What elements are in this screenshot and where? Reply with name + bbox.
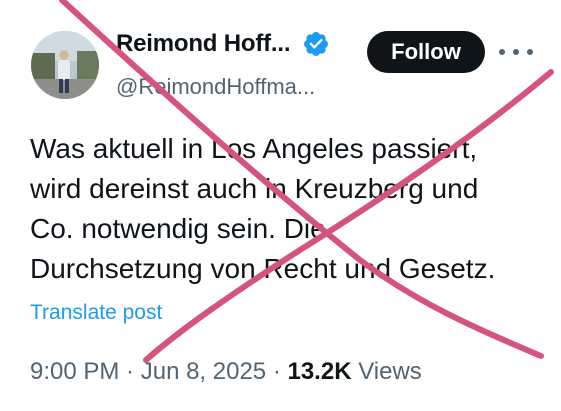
post-text-line: Co. notwendig sein. Die [30,213,326,244]
post-time[interactable]: 9:00 PM [30,358,119,385]
meta-separator: · [119,358,141,385]
follow-button[interactable]: Follow [367,31,485,73]
more-options-icon[interactable] [499,40,533,64]
more-dot [527,49,533,55]
post-text-line: wird dereinst auch in Kreuzberg und [30,173,479,204]
post-meta: 9:00 PM · Jun 8, 2025 · 13.2K Views [30,358,422,386]
meta-separator: · [266,358,288,385]
views-label: Views [351,358,422,385]
post-text-line: Durchsetzung von Recht und Gesetz. [30,253,496,284]
author-handle[interactable]: @ReimondHoffma... [116,74,315,100]
translate-post-link[interactable]: Translate post [30,301,162,325]
author-name-row: Reimond Hoff... [116,30,330,58]
more-dot [513,49,519,55]
avatar-photo [31,31,99,99]
post-text: Was aktuell in Los Angeles passiert, wir… [30,129,550,289]
more-dot [499,49,505,55]
post-text-line: Was aktuell in Los Angeles passiert, [30,133,478,164]
views-count[interactable]: 13.2K [287,358,351,385]
verified-badge-icon [304,32,329,56]
author-display-name[interactable]: Reimond Hoff... [116,30,291,58]
post-date[interactable]: Jun 8, 2025 [141,358,266,385]
avatar[interactable] [31,31,99,99]
